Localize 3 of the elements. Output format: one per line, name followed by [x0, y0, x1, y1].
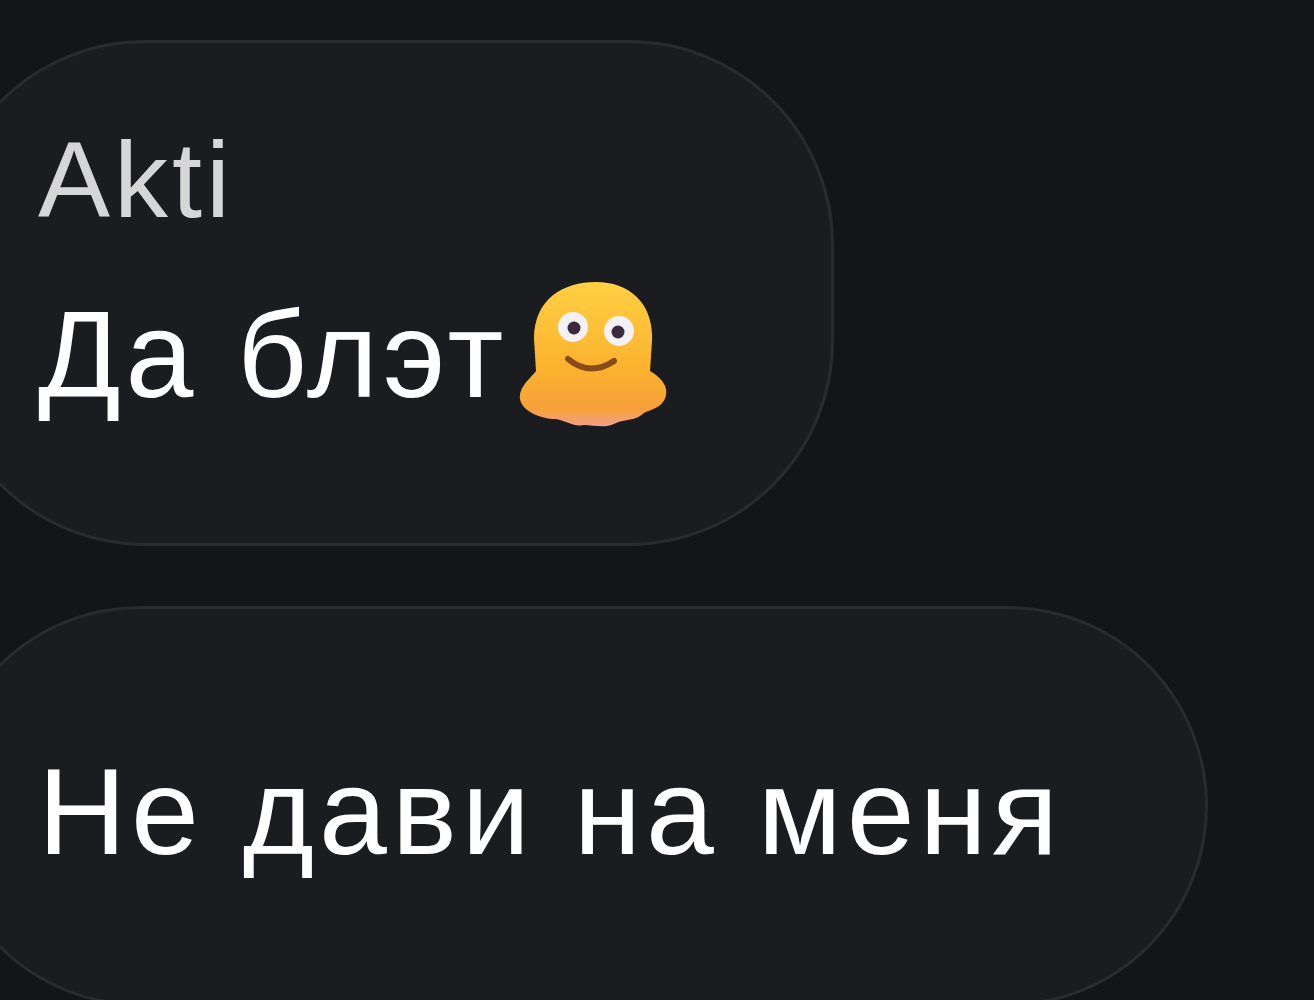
- message-text: Не дави на меня: [38, 744, 1064, 880]
- message-text: Да блэт: [38, 287, 509, 423]
- sender-name: Akti: [38, 120, 235, 240]
